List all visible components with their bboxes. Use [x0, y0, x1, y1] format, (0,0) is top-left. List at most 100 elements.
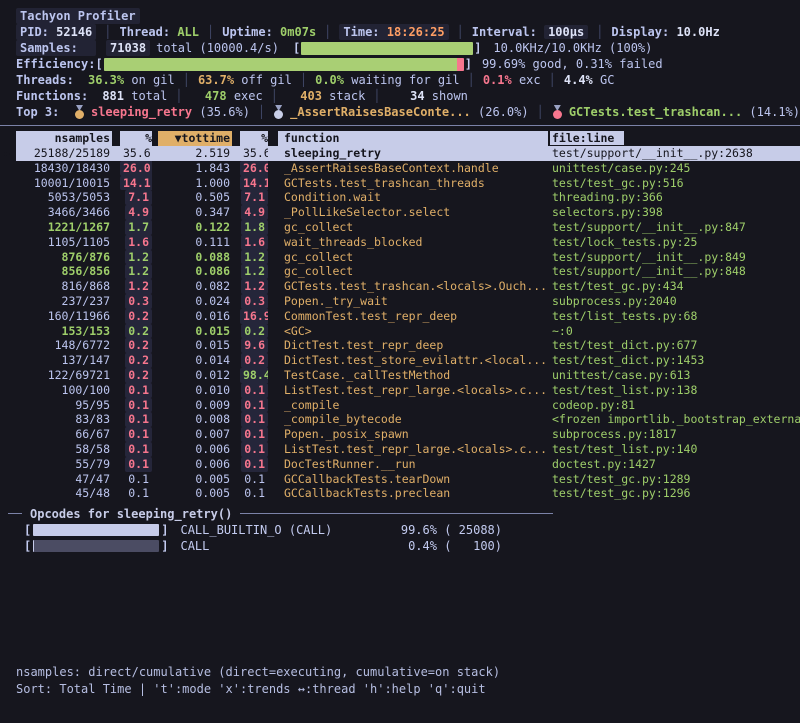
cell-file-line: doctest.py:1427: [550, 457, 800, 472]
top-function-name[interactable]: GCTests.test_trashcan...: [569, 104, 742, 120]
cell-tottime: 0.006: [158, 457, 232, 472]
cell-function-name: Condition.wait: [278, 190, 548, 205]
cell-file-line: test/support/__init__.py:849: [550, 250, 800, 265]
cell-nsamples: 83/83: [16, 412, 112, 427]
top-function-name[interactable]: sleeping_retry: [91, 104, 192, 120]
table-row[interactable]: 137/1470.20.0140.2DictTest.test_store_ev…: [2, 353, 800, 368]
cell-tottime: 0.122: [158, 220, 232, 235]
stat-value: 34: [389, 88, 425, 104]
interval-label: Interval:: [472, 25, 537, 39]
table-row[interactable]: 55/790.10.0060.1DocTestRunner.__rundocte…: [2, 457, 800, 472]
stat-text: waiting for gil: [344, 72, 460, 88]
table-row[interactable]: 100/1000.10.0100.1ListTest.test_repr_lar…: [2, 383, 800, 398]
table-row[interactable]: 237/2370.30.0240.3Popen._try_waitsubproc…: [2, 294, 800, 309]
cell-tottime: 2.519: [158, 146, 232, 161]
table-row[interactable]: 1105/11051.60.1111.6wait_threads_blocked…: [2, 235, 800, 250]
cell-file-line: unittest/case.py:245: [550, 161, 800, 176]
pct-value: 0.2: [241, 353, 268, 368]
column-header-file-line[interactable]: file:line: [550, 131, 800, 146]
column-header-nsamples[interactable]: nsamples: [16, 131, 112, 146]
cell-cumulative-pct: 7.1: [240, 190, 268, 205]
stat-value: 0.1%: [483, 72, 512, 88]
row-selection-marker: [2, 427, 16, 442]
table-row[interactable]: 45/480.10.0050.1GCCallbackTests.preclean…: [2, 486, 800, 501]
table-row[interactable]: 95/950.10.0090.1_compilecodeop.py:81: [2, 398, 800, 413]
cell-file-line: test/test_gc.py:434: [550, 279, 800, 294]
pct-value: 0.2: [125, 338, 152, 353]
pid-field: PID: 52146: [16, 24, 96, 40]
table-row[interactable]: 10001/1001514.11.00014.1GCTests.test_tra…: [2, 176, 800, 191]
table-row[interactable]: ►25188/2518935.62.51935.6sleeping_retryt…: [2, 146, 800, 161]
cell-nsamples: 5053/5053: [16, 190, 112, 205]
column-header-pct2[interactable]: %: [240, 131, 268, 146]
pct-value: 0.1: [125, 442, 152, 457]
table-row[interactable]: 856/8561.20.0861.2gc_collecttest/support…: [2, 264, 800, 279]
cell-direct-pct: 0.1: [120, 457, 152, 472]
cell-cumulative-pct: 0.1: [240, 398, 268, 413]
table-row[interactable]: 83/830.10.0080.1_compile_bytecode<frozen…: [2, 412, 800, 427]
table-row[interactable]: 58/580.10.0060.1ListTest.test_repr_large…: [2, 442, 800, 457]
separator: │: [316, 24, 339, 40]
table-header-row: nsamples % ▼tottime % function file:line: [2, 131, 800, 146]
cell-function-name: _compile_bytecode: [278, 412, 548, 427]
cell-nsamples: 45/48: [16, 486, 112, 501]
top3-line: Top 3: sleeping_retry (35.6%)│_AssertRai…: [16, 104, 800, 120]
column-header-function[interactable]: function: [278, 131, 548, 146]
table-row[interactable]: 66/670.10.0070.1Popen._posix_spawnsubpro…: [2, 427, 800, 442]
cell-file-line: test/support/__init__.py:847: [550, 220, 800, 235]
cell-direct-pct: 0.2: [120, 368, 152, 383]
pct-value: 0.1: [125, 486, 152, 501]
pct-value: 0.1: [125, 472, 152, 487]
pct-value: 0.1: [241, 486, 268, 501]
table-row[interactable]: 18430/1843026.01.84326.0_AssertRaisesBas…: [2, 161, 800, 176]
pct-value: 0.1: [241, 442, 268, 457]
uptime-label: Uptime:: [222, 25, 273, 39]
column-header-pct1[interactable]: %: [120, 131, 152, 146]
table-row[interactable]: 816/8681.20.0821.2GCTests.test_trashcan.…: [2, 279, 800, 294]
table-row[interactable]: 5053/50537.10.5057.1Condition.waitthread…: [2, 190, 800, 205]
cell-tottime: 0.009: [158, 398, 232, 413]
row-selection-marker: [2, 250, 16, 265]
time-value: 18:26:25: [387, 25, 445, 39]
stat-value: 0.0%: [315, 72, 344, 88]
pct-value: 35.6: [120, 146, 152, 161]
cell-tottime: 0.088: [158, 250, 232, 265]
table-row[interactable]: 3466/34664.90.3474.9_PollLikeSelector.se…: [2, 205, 800, 220]
cell-direct-pct: 0.2: [120, 309, 152, 324]
table-row[interactable]: 1221/12671.70.1221.8gc_collecttest/suppo…: [2, 220, 800, 235]
cell-direct-pct: 0.1: [120, 472, 152, 487]
efficiency-failed-fill: [457, 58, 464, 71]
cell-direct-pct: 14.1: [120, 176, 152, 191]
row-selection-marker: [2, 220, 16, 235]
pct-value: 16.9: [240, 309, 268, 324]
table-row[interactable]: 160/119660.20.01616.9CommonTest.test_rep…: [2, 309, 800, 324]
table-row[interactable]: 122/697210.20.01298.4TestCase._callTestM…: [2, 368, 800, 383]
cell-nsamples: 1105/1105: [16, 235, 112, 250]
top-function-name[interactable]: _AssertRaisesBaseConte...: [290, 104, 471, 120]
pct-value: 1.2: [125, 279, 152, 294]
thread-field[interactable]: Thread: ALL: [120, 24, 200, 40]
table-row[interactable]: 153/1530.20.0150.2<GC>~:0: [2, 324, 800, 339]
table-row[interactable]: 876/8761.20.0881.2gc_collecttest/support…: [2, 250, 800, 265]
table-row[interactable]: 47/470.10.0050.1GCCallbackTests.tearDown…: [2, 472, 800, 487]
cell-cumulative-pct: 14.1: [240, 176, 268, 191]
cell-tottime: 0.007: [158, 427, 232, 442]
pct-value: 1.2: [241, 264, 268, 279]
pct-value: 7.1: [241, 190, 268, 205]
opcodes-title: Opcodes for sleeping_retry(): [22, 506, 240, 522]
cell-function-name: DictTest.test_repr_deep: [278, 338, 548, 353]
functions-line: Functions: 881 total│478 exec│403 stack│…: [16, 88, 800, 104]
cell-function-name: DictTest.test_store_evilattr.<local...: [278, 353, 548, 368]
cell-cumulative-pct: 0.2: [240, 353, 268, 368]
pct-value: 26.0: [120, 161, 152, 176]
cell-function-name: DocTestRunner.__run: [278, 457, 548, 472]
cell-tottime: 0.024: [158, 294, 232, 309]
column-header-tottime-sorted[interactable]: ▼tottime: [158, 131, 232, 146]
separator-dash: [8, 513, 22, 514]
cell-tottime: 1.843: [158, 161, 232, 176]
pct-value: 0.1: [125, 398, 152, 413]
row-selection-marker: [2, 235, 16, 250]
table-row[interactable]: 148/67720.20.0159.6DictTest.test_repr_de…: [2, 338, 800, 353]
cell-direct-pct: 0.1: [120, 383, 152, 398]
cell-direct-pct: 0.2: [120, 353, 152, 368]
